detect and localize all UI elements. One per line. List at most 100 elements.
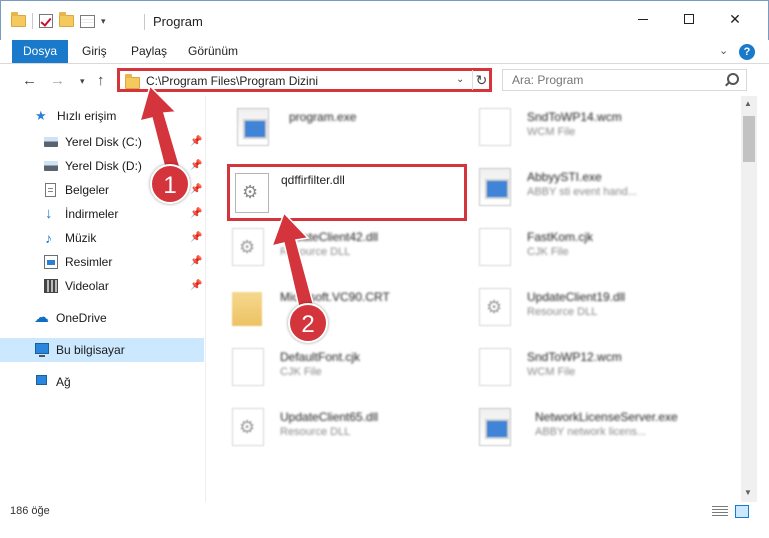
- file-item-defaultfont[interactable]: DefaultFont.cjk CJK File: [232, 346, 472, 394]
- customize-toolbar-icon[interactable]: ▾: [101, 16, 106, 27]
- sidebar-item-label: Ağ: [56, 375, 71, 389]
- pin-icon[interactable]: 📌: [190, 280, 202, 291]
- file-item-abbyysti[interactable]: AbbyySTI.exe ABBY sti event hand...: [479, 166, 719, 214]
- executable-icon: [479, 408, 511, 446]
- vertical-scrollbar[interactable]: ▲ ▼: [741, 96, 757, 502]
- pin-icon[interactable]: 📌: [190, 160, 202, 171]
- scroll-down-icon[interactable]: ▼: [744, 488, 752, 497]
- search-icon[interactable]: [727, 73, 739, 85]
- file-type: ABBY network licens...: [535, 426, 647, 438]
- pin-icon[interactable]: 📌: [190, 136, 202, 147]
- file-item-sndtowp14[interactable]: SndToWP14.wcm WCM File: [479, 106, 719, 154]
- title-separator: [144, 14, 145, 30]
- quick-access-toolbar: ▾: [11, 12, 106, 29]
- sidebar-item-downloads[interactable]: ↓ İndirmeler 📌: [0, 202, 204, 226]
- view-properties-icon[interactable]: [80, 14, 95, 28]
- search-box[interactable]: [502, 69, 747, 91]
- star-icon: ★: [35, 108, 47, 123]
- scrollbar-thumb[interactable]: [743, 116, 755, 162]
- sidebar-item-network[interactable]: Ağ: [0, 370, 204, 394]
- file-icon: [479, 108, 511, 146]
- file-type: Resource DLL: [280, 246, 351, 258]
- dll-file-icon: [232, 408, 264, 446]
- computer-icon: [35, 343, 49, 357]
- search-input[interactable]: [503, 70, 713, 90]
- file-type: WCM File: [527, 126, 576, 138]
- cloud-icon: ☁: [34, 309, 49, 326]
- file-type: Resource DLL: [527, 306, 598, 318]
- sidebar-item-quick-access[interactable]: ★ Hızlı erişim: [0, 104, 204, 128]
- sidebar-item-onedrive[interactable]: ☁ OneDrive: [0, 306, 204, 330]
- expand-ribbon-icon[interactable]: ⌄: [719, 44, 728, 57]
- file-name: UpdateClient42.dll: [280, 230, 379, 244]
- file-item-updateclient65[interactable]: UpdateClient65.dll Resource DLL: [232, 406, 472, 454]
- sidebar-item-label: Resimler: [65, 255, 113, 269]
- properties-check-icon[interactable]: [39, 14, 53, 28]
- status-bar: 186 öğe: [0, 502, 769, 538]
- file-name: FastKom.cjk: [527, 230, 594, 244]
- recent-locations-button[interactable]: ▾: [80, 76, 85, 87]
- file-item-updateclient19[interactable]: UpdateClient19.dll Resource DLL: [479, 286, 719, 334]
- sidebar-item-local-disk-c[interactable]: Yerel Disk (C:) 📌: [0, 130, 204, 154]
- file-name: qdffirfilter.dll: [281, 173, 345, 187]
- help-icon[interactable]: ?: [739, 44, 755, 60]
- item-count: 186 öğe: [10, 505, 50, 517]
- file-item-fastkom[interactable]: FastKom.cjk CJK File: [479, 226, 719, 274]
- dll-file-icon: [235, 173, 269, 213]
- pin-icon[interactable]: 📌: [190, 208, 202, 219]
- file-name: SndToWP14.wcm: [527, 110, 622, 124]
- file-name: NetworkLicenseServer.exe: [535, 410, 678, 424]
- disk-icon: [44, 137, 58, 147]
- sidebar-item-label: Videolar: [65, 279, 109, 293]
- tab-view[interactable]: Görünüm: [188, 40, 238, 63]
- file-icon: [232, 348, 264, 386]
- tab-share[interactable]: Paylaş: [131, 40, 167, 63]
- sidebar-item-this-pc[interactable]: Bu bilgisayar: [0, 338, 204, 362]
- file-item-sndtowp12[interactable]: SndToWP12.wcm WCM File: [479, 346, 719, 394]
- details-view-icon[interactable]: [712, 506, 728, 518]
- sidebar-item-pictures[interactable]: Resimler 📌: [0, 250, 204, 274]
- file-name: SndToWP12.wcm: [527, 350, 622, 364]
- address-dropdown-icon[interactable]: ⌄: [456, 74, 464, 85]
- sidebar-item-label: Müzik: [65, 231, 97, 245]
- pin-icon[interactable]: 📌: [190, 256, 202, 267]
- sidebar-item-music[interactable]: ♪ Müzik 📌: [0, 226, 204, 250]
- new-folder-icon[interactable]: [59, 12, 74, 27]
- maximize-icon: [684, 14, 694, 24]
- large-icons-view-icon[interactable]: [735, 505, 749, 518]
- file-item-qdffirfilter-dll[interactable]: qdffirfilter.dll: [227, 164, 467, 221]
- file-type: ABBY sti event hand...: [527, 186, 637, 198]
- file-item-program-exe[interactable]: program.exe: [237, 106, 477, 154]
- minimize-button[interactable]: [629, 7, 657, 31]
- sidebar-item-label: Bu bilgisayar: [56, 343, 125, 357]
- download-icon: ↓: [45, 205, 53, 222]
- file-name: program.exe: [289, 110, 357, 124]
- file-icon: [479, 228, 511, 266]
- executable-icon: [237, 108, 269, 146]
- ribbon-tabs: Dosya Giriş Paylaş Görünüm ⌄ ?: [0, 40, 769, 64]
- pin-icon[interactable]: 📌: [190, 184, 202, 195]
- address-bar[interactable]: C:\Program Files\Program Dizini ⌄ ↻: [117, 68, 492, 92]
- minimize-icon: [638, 18, 648, 20]
- file-item-vc90-crt[interactable]: Microsoft.VC90.CRT: [232, 286, 472, 334]
- tab-file[interactable]: Dosya: [12, 40, 68, 63]
- navigation-bar: ← → ▾ ↑ C:\Program Files\Program Dizini …: [0, 64, 769, 96]
- file-item-updateclient42[interactable]: UpdateClient42.dll Resource DLL: [232, 226, 472, 274]
- back-button[interactable]: ←: [22, 72, 37, 89]
- close-button[interactable]: ✕: [721, 7, 749, 31]
- maximize-button[interactable]: [675, 7, 703, 31]
- file-item-networklicenseserver[interactable]: NetworkLicenseServer.exe ABBY network li…: [479, 406, 719, 454]
- title-bar: ▾ Program ✕: [0, 0, 769, 40]
- tab-home[interactable]: Giriş: [82, 40, 107, 63]
- pin-icon[interactable]: 📌: [190, 232, 202, 243]
- up-button[interactable]: ↑: [97, 72, 105, 89]
- scroll-up-icon[interactable]: ▲: [744, 99, 752, 108]
- step-badge-2: 2: [288, 303, 328, 343]
- refresh-button[interactable]: ↻: [472, 70, 490, 90]
- music-icon: ♪: [45, 230, 52, 246]
- address-path[interactable]: C:\Program Files\Program Dizini: [146, 74, 318, 88]
- forward-button[interactable]: →: [50, 72, 65, 89]
- folder-icon: [125, 74, 140, 89]
- sidebar-item-videos[interactable]: Videolar 📌: [0, 274, 204, 298]
- sidebar-item-label: Yerel Disk (D:): [65, 159, 142, 173]
